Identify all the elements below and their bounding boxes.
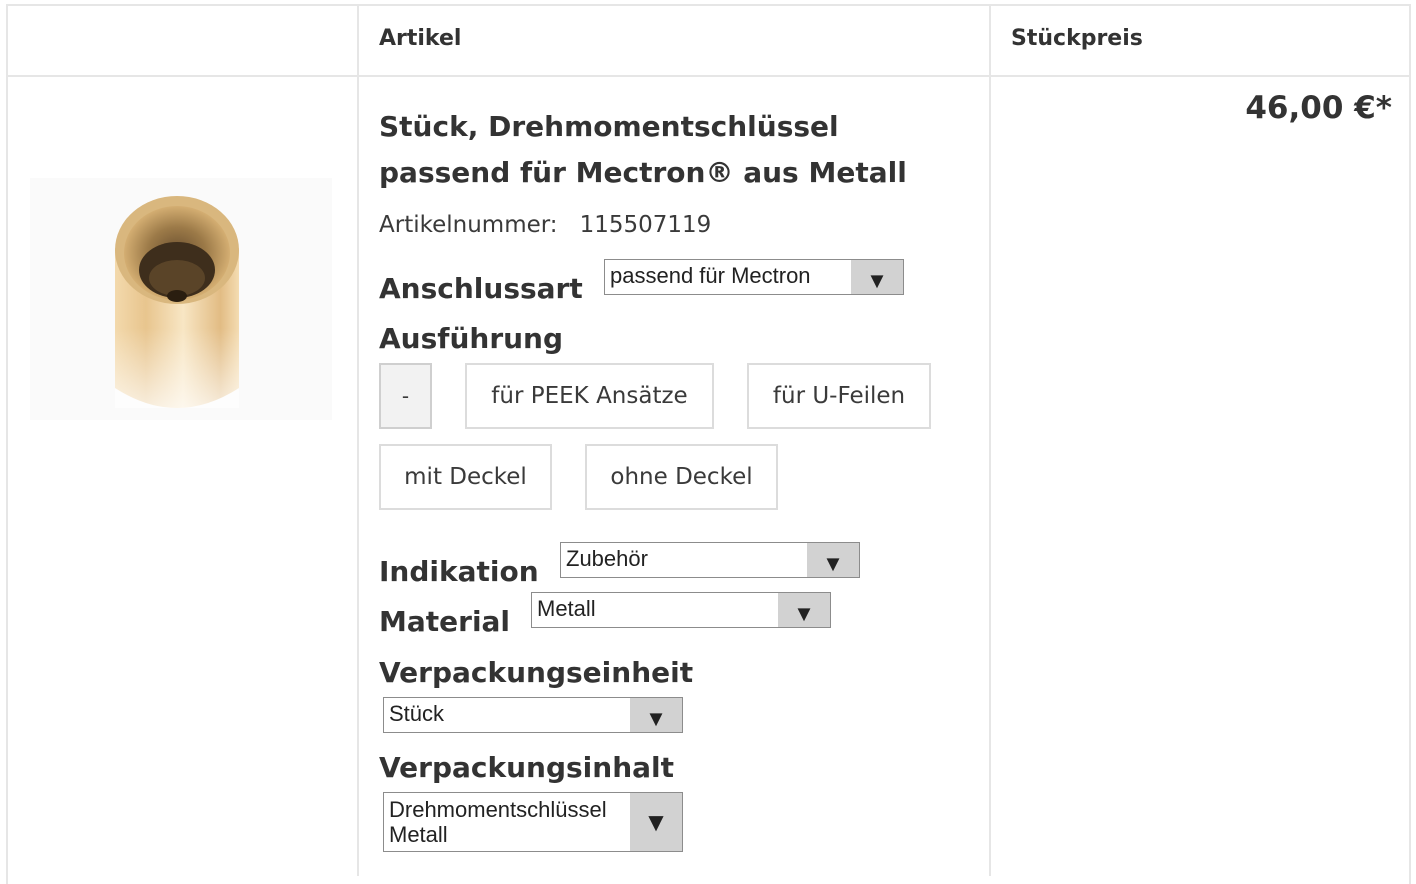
chevron-down-icon: ▼: [630, 698, 682, 732]
column-header-price: Stückpreis: [1011, 26, 1143, 51]
verpackungsinhalt-selected-value: Drehmomentschlüssel Metall: [389, 797, 607, 847]
chevron-down-icon: ▼: [807, 543, 859, 577]
verpackungsinhalt-label: Verpackungsinhalt: [379, 751, 675, 784]
material-select[interactable]: Metall ▼: [531, 592, 831, 628]
article-number-label: Artikelnummer:: [379, 212, 558, 238]
anschlussart-label: Anschlussart: [379, 272, 583, 305]
indikation-label: Indikation: [379, 555, 539, 588]
column-divider: [989, 4, 991, 876]
ausfuehrung-option-mit-deckel[interactable]: mit Deckel: [379, 444, 552, 510]
ausfuehrung-label: Ausführung: [379, 322, 564, 355]
verpackungseinheit-label: Verpackungseinheit: [379, 656, 694, 689]
unit-price: 46,00 €*: [1245, 90, 1392, 126]
material-label: Material: [379, 605, 511, 638]
verpackungsinhalt-value-line1: Drehmomentschlüssel: [389, 797, 607, 822]
article-number-row: Artikelnummer: 115507119: [379, 212, 711, 238]
header-divider: [6, 75, 1411, 77]
article-number: 115507119: [579, 212, 712, 238]
ausfuehrung-option-none[interactable]: -: [379, 363, 432, 429]
column-header-article: Artikel: [379, 26, 462, 51]
anschlussart-selected-value: passend für Mectron: [610, 263, 811, 288]
column-divider: [357, 4, 359, 876]
product-image-gold-cylinder-icon: [30, 178, 332, 420]
chevron-down-icon: ▼: [851, 260, 903, 294]
product-title[interactable]: Stück, Drehmomentschlüssel passend für M…: [379, 104, 959, 196]
anschlussart-select[interactable]: passend für Mectron ▼: [604, 259, 904, 295]
verpackungsinhalt-select[interactable]: Drehmomentschlüssel Metall ▼: [383, 792, 683, 852]
ausfuehrung-option-u-feilen[interactable]: für U-Feilen: [747, 363, 931, 429]
product-image[interactable]: [30, 178, 332, 420]
verpackungseinheit-selected-value: Stück: [389, 701, 445, 726]
ausfuehrung-option-ohne-deckel[interactable]: ohne Deckel: [585, 444, 778, 510]
indikation-select[interactable]: Zubehör ▼: [560, 542, 860, 578]
verpackungsinhalt-value-line2: Metall: [389, 822, 448, 847]
chevron-down-icon: ▼: [630, 793, 682, 851]
ausfuehrung-option-peek[interactable]: für PEEK Ansätze: [465, 363, 714, 429]
chevron-down-icon: ▼: [778, 593, 830, 627]
indikation-selected-value: Zubehör: [566, 546, 648, 571]
material-selected-value: Metall: [537, 596, 596, 621]
verpackungseinheit-select[interactable]: Stück ▼: [383, 697, 683, 733]
